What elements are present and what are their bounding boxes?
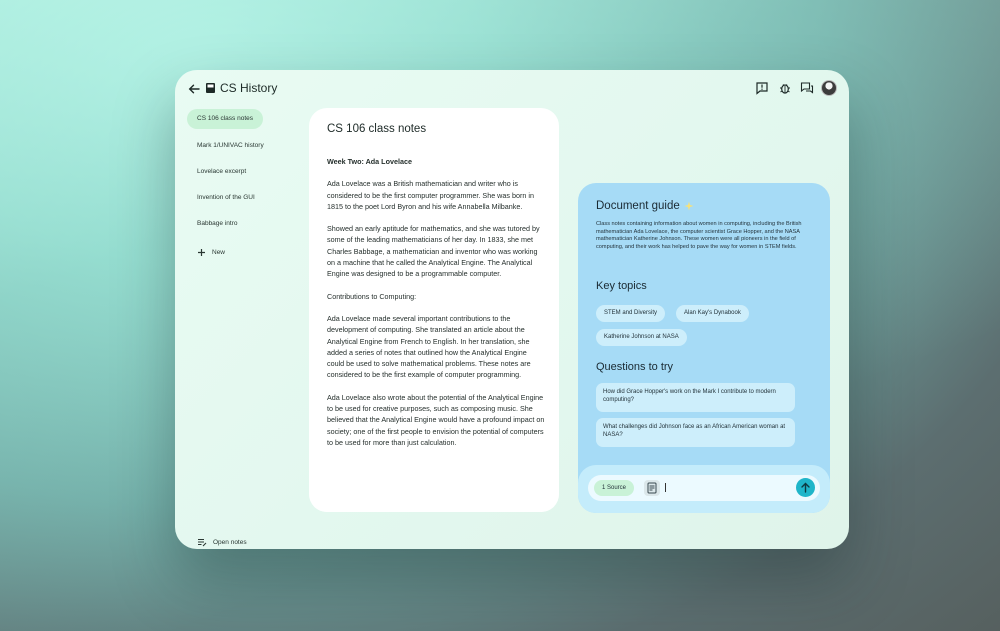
document-icon[interactable]	[644, 480, 660, 496]
note-paragraph: Ada Lovelace was a British mathematician…	[327, 179, 534, 211]
arrow-up-icon	[801, 482, 810, 493]
sidebar: CS 106 class notes Mark 1/UNIVAC history…	[187, 108, 297, 548]
sidebar-item-lovelace-excerpt[interactable]: Lovelace excerpt	[187, 162, 256, 182]
scroll-fade	[309, 472, 559, 512]
sidebar-item-babbage-intro[interactable]: Babbage intro	[187, 214, 247, 234]
feedback-icon[interactable]	[755, 81, 769, 95]
back-arrow-icon[interactable]	[187, 82, 201, 96]
note-heading: Week Two: Ada Lovelace	[327, 157, 412, 166]
sidebar-item-cs106-class-notes[interactable]: CS 106 class notes	[187, 109, 264, 129]
suggested-question[interactable]: How did Grace Hopper's work on the Mark …	[596, 383, 795, 412]
page-title: CS History	[220, 81, 278, 95]
bug-icon[interactable]	[778, 81, 792, 95]
top-bar: CS History	[175, 70, 849, 110]
chat-icon[interactable]	[800, 81, 814, 95]
note-paragraph: Ada Lovelace made several important cont…	[327, 313, 531, 380]
note-body[interactable]: Week Two: Ada Lovelace Ada Lovelace was …	[327, 156, 545, 459]
chat-input[interactable]: 1 Source	[588, 475, 820, 501]
notes-list-icon	[198, 538, 207, 547]
note-paragraph: Contributions to Computing:	[327, 291, 417, 301]
new-label: New	[212, 249, 226, 256]
topic-chip[interactable]: Katherine Johnson at NASA	[596, 329, 687, 346]
notebook-icon	[206, 83, 215, 93]
questions-heading: Questions to try	[596, 361, 674, 373]
topic-chip[interactable]: STEM and Diversity	[596, 305, 666, 322]
key-topics-heading: Key topics	[596, 280, 647, 292]
sidebar-item-mark1-univac-history[interactable]: Mark 1/UNIVAC history	[187, 136, 274, 156]
guide-title-text: Document guide	[596, 200, 680, 212]
text-cursor	[665, 483, 666, 492]
topic-chip[interactable]: Alan Kay's Dynabook	[676, 305, 749, 322]
document-guide-panel: Document guide Class notes containing in…	[578, 183, 830, 513]
suggested-question[interactable]: What challenges did Johnson face as an A…	[596, 418, 795, 447]
open-notes-label: Open notes	[213, 539, 247, 546]
sidebar-item-invention-of-the-gui[interactable]: Invention of the GUI	[187, 188, 265, 208]
notes-editor[interactable]: CS 106 class notes Week Two: Ada Lovelac…	[309, 108, 559, 512]
guide-description: Class notes containing information about…	[596, 221, 802, 250]
new-note-button[interactable]: New	[197, 248, 225, 257]
sparkle-icon	[684, 201, 694, 211]
note-paragraph: Showed an early aptitude for mathematics…	[327, 224, 540, 279]
send-button[interactable]	[796, 478, 815, 497]
chat-input-bar: 1 Source	[578, 465, 830, 513]
plus-icon	[198, 249, 205, 256]
note-paragraph: Ada Lovelace also wrote about the potent…	[327, 392, 545, 447]
app-window: CS History CS 106 class notes Mark 1/UNI…	[175, 70, 849, 549]
open-notes-button[interactable]: Open notes	[197, 538, 247, 547]
source-count-button[interactable]: 1 Source	[594, 480, 635, 496]
avatar[interactable]	[821, 80, 837, 96]
note-title: CS 106 class notes	[327, 123, 427, 135]
guide-title: Document guide	[596, 200, 694, 212]
